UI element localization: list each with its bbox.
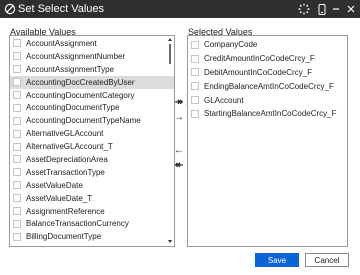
loading-spinner-icon: [296, 0, 312, 18]
checkbox[interactable]: [191, 82, 199, 91]
no-filter-icon: [4, 3, 16, 15]
list-item[interactable]: AssignmentReference: [10, 205, 174, 218]
right-arrow-icon: →: [174, 112, 184, 123]
double-right-arrow-icon: ↠: [174, 97, 184, 108]
list-item-label: BalanceTransactionCurrency: [26, 219, 129, 229]
list-item-label: CompanyCode: [204, 40, 258, 50]
list-item[interactable]: AssetValueDate_T: [10, 192, 174, 205]
list-item-label: AccountingDocumentType: [26, 103, 120, 113]
dialog-title: Set Select Values: [18, 3, 105, 15]
scroll-down-arrow-icon[interactable]: [168, 240, 172, 243]
list-item[interactable]: AlternativeGLAccount: [10, 127, 174, 140]
left-arrow-icon: ←: [174, 145, 184, 156]
checkbox[interactable]: [13, 194, 21, 203]
list-item-label: DebitAmountInCoCodeCrcy_F: [204, 67, 313, 77]
list-item[interactable]: AssetTransactionType: [10, 166, 174, 179]
remove-button[interactable]: ←: [172, 145, 186, 157]
checkbox[interactable]: [191, 96, 199, 105]
list-item[interactable]: CompanyCode: [188, 38, 347, 52]
list-item-label: StartingBalanceAmtInCoCodeCrcy_F: [204, 109, 337, 119]
checkbox[interactable]: [191, 109, 199, 118]
list-item-label: GLAccount: [204, 95, 244, 105]
list-item[interactable]: AlternativeGLAccount_T: [10, 140, 174, 153]
checkbox[interactable]: [191, 68, 199, 77]
list-item[interactable]: AccountAssignment: [10, 37, 174, 50]
list-item-label: AssetValueDate_T: [26, 193, 93, 203]
checkbox[interactable]: [13, 103, 21, 112]
scroll-up-arrow-icon[interactable]: [168, 38, 172, 41]
minimize-button[interactable]: [330, 0, 342, 18]
list-item-label: AccountingDocumentCategory: [26, 90, 135, 100]
checkbox[interactable]: [13, 207, 21, 216]
list-item-label: AlternativeGLAccount_T: [26, 142, 113, 152]
checkbox[interactable]: [13, 155, 21, 164]
list-item-label: AccountingDocumentTypeName: [26, 116, 141, 126]
list-item[interactable]: BillingDocumentType: [10, 230, 174, 243]
add-all-button[interactable]: ↠: [172, 97, 186, 109]
available-values-list[interactable]: AccountAssignment AccountAssignmentNumbe…: [9, 35, 175, 247]
checkbox[interactable]: [13, 129, 21, 138]
list-item-label: AccountingDocCreatedByUser: [26, 77, 135, 87]
list-item[interactable]: AssetValueDate: [10, 179, 174, 192]
checkbox[interactable]: [13, 39, 21, 48]
list-item-label: EndingBalanceAmtInCoCodeCrcy_F: [204, 81, 334, 91]
list-item[interactable]: StartingBalanceAmtInCoCodeCrcy_F: [188, 107, 347, 121]
checkbox[interactable]: [13, 52, 21, 61]
scroll-thumb[interactable]: [169, 44, 171, 64]
list-item-label: AccountAssignmentNumber: [26, 51, 126, 61]
remove-all-button[interactable]: ↞: [172, 160, 186, 172]
list-item-label: BillingDocumentType: [26, 232, 102, 242]
list-item[interactable]: AccountingDocumentCategory: [10, 89, 174, 102]
checkbox[interactable]: [191, 54, 199, 63]
checkbox[interactable]: [13, 232, 21, 241]
list-item[interactable]: CreditAmountInCoCodeCrcy_F: [188, 52, 347, 66]
close-button[interactable]: [344, 0, 358, 18]
list-item-label: AssetDepreciationArea: [26, 154, 108, 164]
add-button[interactable]: →: [172, 112, 186, 124]
double-left-arrow-icon: ↞: [174, 160, 184, 171]
list-item[interactable]: GLAccount: [188, 93, 347, 107]
selected-values-list[interactable]: CompanyCode CreditAmountInCoCodeCrcy_F D…: [187, 35, 348, 247]
checkbox[interactable]: [13, 116, 21, 125]
list-item[interactable]: EndingBalanceAmtInCoCodeCrcy_F: [188, 79, 347, 93]
list-item[interactable]: AccountingDocumentTypeName: [10, 114, 174, 127]
list-item[interactable]: AssetDepreciationArea: [10, 153, 174, 166]
checkbox[interactable]: [13, 91, 21, 99]
checkbox[interactable]: [13, 65, 21, 74]
list-item-highlighted[interactable]: AccountingDocCreatedByUser: [10, 75, 174, 89]
vertical-scrollbar[interactable]: [167, 36, 174, 246]
checkbox[interactable]: [13, 142, 21, 151]
list-item-label: AccountAssignmentType: [26, 64, 115, 74]
cancel-button[interactable]: Cancel: [305, 253, 349, 267]
list-item-label: AlternativeGLAccount: [26, 129, 104, 139]
list-item[interactable]: AccountingDocumentType: [10, 101, 174, 114]
checkbox[interactable]: [191, 40, 199, 49]
checkbox[interactable]: [13, 219, 21, 228]
mobile-device-icon[interactable]: [316, 0, 328, 18]
checkbox[interactable]: [13, 168, 21, 177]
list-item[interactable]: AccountAssignmentNumber: [10, 50, 174, 63]
save-button[interactable]: Save: [255, 253, 299, 267]
close-icon: [347, 5, 355, 13]
list-item[interactable]: BalanceTransactionCurrency: [10, 217, 174, 230]
list-item-label: AssignmentReference: [26, 206, 105, 216]
list-item-label: AccountAssignment: [26, 38, 97, 48]
list-item[interactable]: DebitAmountInCoCodeCrcy_F: [188, 66, 347, 80]
checkbox[interactable]: [13, 181, 21, 190]
set-select-values-dialog: Set Select Values Available Values Selec…: [0, 0, 360, 275]
list-item-label: AssetTransactionType: [26, 167, 105, 177]
minimize-icon: [333, 8, 339, 10]
list-item[interactable]: AccountAssignmentType: [10, 63, 174, 76]
list-item-label: CreditAmountInCoCodeCrcy_F: [204, 54, 315, 64]
checkbox[interactable]: [13, 78, 21, 87]
list-item-label: AssetValueDate: [26, 180, 83, 190]
title-bar: Set Select Values: [0, 0, 360, 18]
